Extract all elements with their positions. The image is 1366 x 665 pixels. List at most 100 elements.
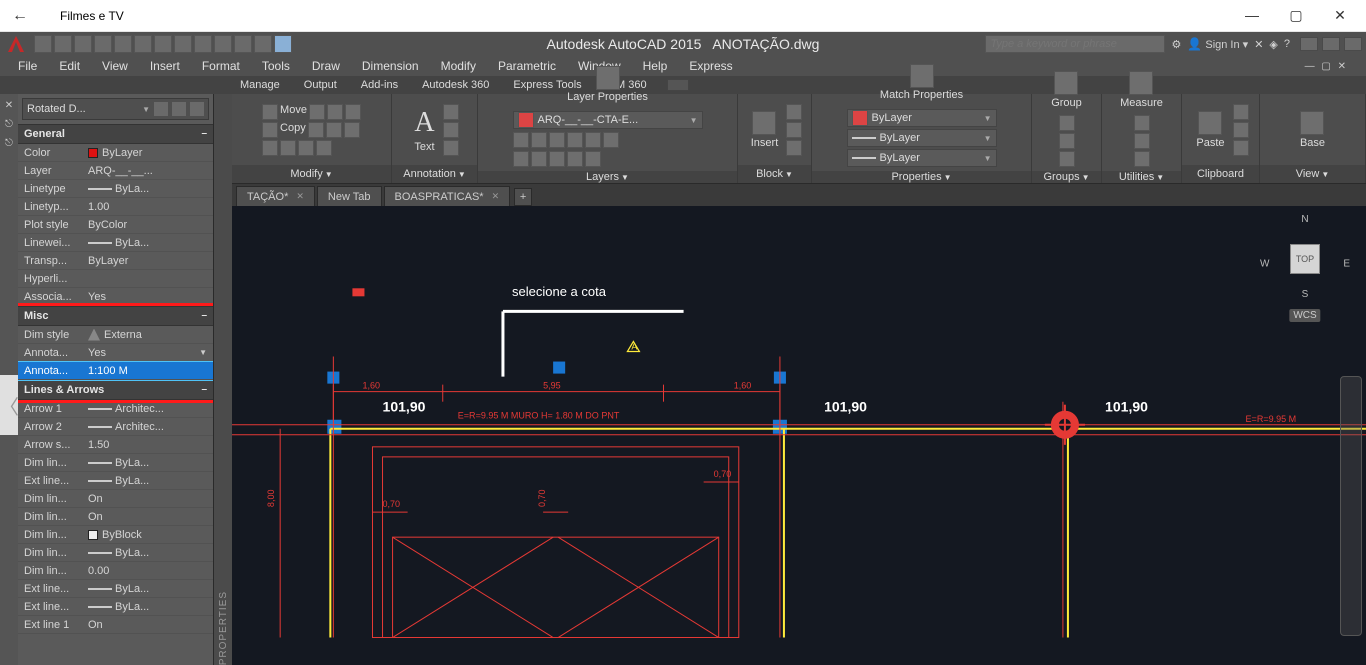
base-view-button[interactable]: Base xyxy=(1296,109,1329,151)
trim-icon[interactable] xyxy=(327,104,343,120)
qat-icon[interactable] xyxy=(254,35,272,53)
tool-icon[interactable] xyxy=(344,122,360,138)
layer-icon[interactable] xyxy=(531,151,547,167)
category-lines-arrows[interactable]: Lines & Arrows– xyxy=(18,380,213,400)
autocad-logo-icon[interactable] xyxy=(4,32,28,56)
doc-tab[interactable]: TAÇÃO*✕ xyxy=(236,186,315,206)
prop-annotation-scale[interactable]: Annota... 1:100 M xyxy=(18,362,213,380)
panel-title-utilities[interactable]: Utilities▼ xyxy=(1102,171,1181,183)
prop-row[interactable]: Ext line...ByLa... xyxy=(18,580,213,598)
viewcube-w[interactable]: W xyxy=(1260,258,1269,269)
viewcube-n[interactable]: N xyxy=(1301,214,1308,225)
prop-row[interactable]: Arrow s...1.50 xyxy=(18,436,213,454)
ribbon-tab-output[interactable]: Output xyxy=(294,77,347,93)
prop-row[interactable]: Ext line...ByLa... xyxy=(18,472,213,490)
qat-plot-icon[interactable] xyxy=(114,35,132,53)
scale-icon[interactable] xyxy=(280,140,296,156)
tab-close-icon[interactable]: ✕ xyxy=(492,191,500,202)
leader-icon[interactable] xyxy=(443,122,459,138)
help-icon[interactable]: ? xyxy=(1284,38,1290,50)
prop-row[interactable]: Associa...Yes xyxy=(18,288,213,306)
prop-row[interactable]: Transp...ByLayer xyxy=(18,252,213,270)
fillet-icon[interactable] xyxy=(326,122,342,138)
menu-edit[interactable]: Edit xyxy=(49,57,90,75)
layer-icon[interactable] xyxy=(513,151,529,167)
pickadd-icon[interactable] xyxy=(190,102,204,116)
navigation-bar[interactable] xyxy=(1340,376,1362,636)
prop-row[interactable]: Dim lin...On xyxy=(18,490,213,508)
layer-icon[interactable] xyxy=(549,151,565,167)
menu-insert[interactable]: Insert xyxy=(140,57,190,75)
rotate-icon[interactable] xyxy=(309,104,325,120)
prop-annotative[interactable]: Annota... Yes▼ xyxy=(18,344,213,362)
viewcube-e[interactable]: E xyxy=(1343,258,1350,269)
table-icon[interactable] xyxy=(443,140,459,156)
app-min-icon[interactable] xyxy=(1300,37,1318,51)
prop-row[interactable]: Dim lin...On xyxy=(18,508,213,526)
prop-row[interactable]: Ext line 1On xyxy=(18,616,213,634)
layer-icon[interactable] xyxy=(585,132,601,148)
app-close-icon[interactable] xyxy=(1344,37,1362,51)
drawing-canvas[interactable]: A xyxy=(232,206,1366,665)
panel-expand-icon[interactable]: 〈 xyxy=(0,375,18,435)
prop-row[interactable]: Ext line...ByLa... xyxy=(18,598,213,616)
category-general[interactable]: General– xyxy=(18,124,213,144)
doc-tab[interactable]: BOASPRATICAS*✕ xyxy=(384,186,511,206)
measure-button[interactable]: Measure xyxy=(1116,69,1167,111)
qat-new-icon[interactable] xyxy=(34,35,52,53)
qat-workspace-icon[interactable] xyxy=(274,35,292,53)
menu-draw[interactable]: Draw xyxy=(302,57,350,75)
prop-row[interactable]: Plot styleByColor xyxy=(18,216,213,234)
group-button[interactable]: Group xyxy=(1047,69,1086,111)
a360-icon[interactable]: ◈ xyxy=(1269,38,1277,51)
group-icon[interactable] xyxy=(1059,115,1075,131)
array-icon[interactable] xyxy=(298,140,314,156)
prop-row[interactable]: Arrow 1Architec... xyxy=(18,400,213,418)
group-icon[interactable] xyxy=(1059,151,1075,167)
properties-selector[interactable]: Rotated D... ▼ xyxy=(22,98,209,120)
panel-pin-icon[interactable]: ⎋ xyxy=(5,119,13,130)
util-icon[interactable] xyxy=(1134,133,1150,149)
prop-dim-style[interactable]: Dim style Externa xyxy=(18,326,213,344)
move-button[interactable]: Move xyxy=(280,104,307,120)
menu-tools[interactable]: Tools xyxy=(252,57,300,75)
app-restore-icon[interactable] xyxy=(1322,37,1340,51)
stretch-icon[interactable] xyxy=(262,140,278,156)
category-misc[interactable]: Misc– xyxy=(18,306,213,326)
copy-button[interactable]: Copy xyxy=(280,122,306,138)
util-icon[interactable] xyxy=(1134,151,1150,167)
qat-undo-icon[interactable] xyxy=(134,35,152,53)
layer-icon[interactable] xyxy=(513,132,529,148)
viewcube-wcs[interactable]: WCS xyxy=(1289,309,1320,322)
block-icon[interactable] xyxy=(786,122,802,138)
mdi-controls[interactable]: — ▢ ✕ xyxy=(1295,59,1358,74)
panel-title-annotation[interactable]: Annotation▼ xyxy=(392,165,477,183)
palette-title-bar[interactable]: PROPERTIES xyxy=(214,94,232,665)
panel-title-properties[interactable]: Properties▼ xyxy=(812,171,1031,183)
color-combo[interactable]: ByLayer▼ xyxy=(847,109,997,127)
tool-icon[interactable] xyxy=(345,104,361,120)
back-icon[interactable]: ← xyxy=(8,7,32,25)
menu-format[interactable]: Format xyxy=(192,57,250,75)
prop-row[interactable]: Dim lin...ByLa... xyxy=(18,544,213,562)
qat-redo-icon[interactable] xyxy=(154,35,172,53)
qat-icon[interactable] xyxy=(194,35,212,53)
prop-row[interactable]: Dim lin...ByBlock xyxy=(18,526,213,544)
paste-button[interactable]: Paste xyxy=(1192,109,1228,151)
qat-icon[interactable] xyxy=(214,35,232,53)
qat-save-icon[interactable] xyxy=(74,35,92,53)
qat-icon[interactable] xyxy=(174,35,192,53)
lineweight-combo[interactable]: ByLayer▼ xyxy=(847,129,997,147)
viewcube-top[interactable]: TOP xyxy=(1290,244,1320,274)
prop-row[interactable]: LayerARQ-__-__... xyxy=(18,162,213,180)
move-icon[interactable] xyxy=(262,104,278,120)
menu-file[interactable]: File xyxy=(8,57,47,75)
panel-pin-icon[interactable]: ⎋ xyxy=(5,138,13,149)
block-icon[interactable] xyxy=(786,104,802,120)
panel-title-modify[interactable]: Modify▼ xyxy=(232,165,391,183)
infocenter-icon[interactable]: ⚙ xyxy=(1171,38,1181,51)
quickselect-icon[interactable] xyxy=(154,102,168,116)
minimize-icon[interactable]: — xyxy=(1242,7,1262,24)
new-tab-button[interactable]: + xyxy=(514,188,532,206)
prop-row[interactable]: Linetyp...1.00 xyxy=(18,198,213,216)
